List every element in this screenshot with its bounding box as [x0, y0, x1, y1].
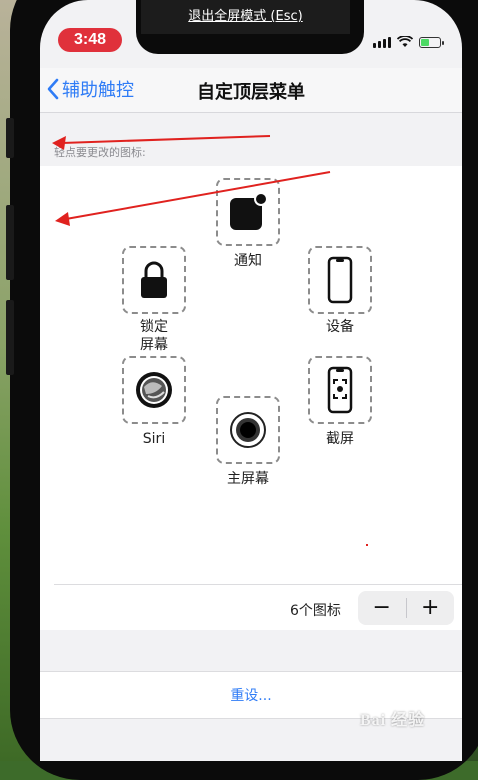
screenshot-slot[interactable] [308, 356, 372, 424]
section-header: 轻点要更改的图标: [54, 146, 146, 159]
notification-label: 通知 [234, 253, 262, 269]
volume-up-button [6, 205, 14, 280]
reset-label: 重设... [230, 688, 272, 704]
decrease-button[interactable]: − [358, 591, 406, 625]
screenshot-icon [327, 366, 353, 414]
notification-icon [230, 192, 268, 230]
home-button-icon [230, 412, 266, 448]
divider [54, 584, 462, 585]
device-label: 设备 [326, 319, 354, 335]
page-title: 自定顶层菜单 [197, 82, 305, 103]
device-slot[interactable] [308, 246, 372, 314]
baidu-watermark: Bai 经验 [360, 712, 426, 729]
siri-slot[interactable] [122, 356, 186, 424]
phone-screen: 3:48 辅助触控 自定顶层菜单 轻点要更改的图标: 通知 锁定屏幕 设备 Si… [40, 0, 462, 761]
icon-count-label: 6个图标 [290, 603, 341, 619]
increase-button[interactable]: + [407, 591, 455, 625]
lock-icon [141, 261, 167, 298]
status-time: 3:48 [58, 28, 122, 52]
wifi-icon [397, 36, 413, 47]
exit-fullscreen-banner[interactable]: 退出全屏模式 (Esc) [141, 0, 350, 34]
silent-switch [6, 118, 14, 158]
status-icons [373, 36, 444, 48]
volume-down-button [6, 300, 14, 375]
battery-charging-icon [419, 37, 444, 48]
navigation-bar: 辅助触控 自定顶层菜单 [40, 68, 462, 113]
lock-screen-label-text: 锁定屏幕 [140, 319, 168, 353]
lock-screen-label: 锁定屏幕 [114, 318, 194, 354]
screenshot-label: 截屏 [326, 431, 354, 447]
home-label: 主屏幕 [227, 471, 269, 487]
device-phone-icon [327, 256, 353, 304]
icon-layout-card: 通知 锁定屏幕 设备 Siri 截屏 主屏幕 [40, 166, 462, 630]
notification-slot[interactable] [216, 178, 280, 246]
home-slot[interactable] [216, 396, 280, 464]
cellular-signal-icon [373, 37, 391, 48]
siri-icon [136, 372, 172, 408]
stray-dot [366, 544, 368, 546]
siri-label: Siri [142, 431, 166, 447]
icon-count-stepper: − + [358, 591, 454, 625]
lock-screen-slot[interactable] [122, 246, 186, 314]
